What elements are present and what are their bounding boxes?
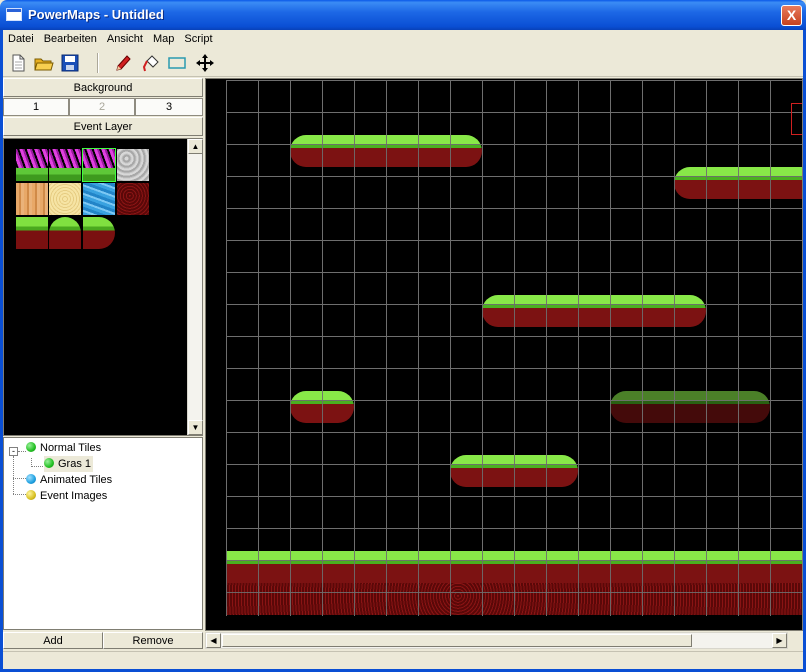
map-tile-platform[interactable] bbox=[322, 391, 354, 423]
map-tile-platform[interactable] bbox=[482, 295, 514, 327]
menu-script[interactable]: Script bbox=[179, 30, 217, 48]
background-layer-header[interactable]: Background bbox=[3, 78, 203, 97]
tile-palette[interactable]: ▲ ▼ bbox=[3, 138, 203, 436]
move-cross-icon bbox=[196, 54, 214, 72]
tile-tree-view[interactable]: - Normal Tiles Gras 1 Animated Tiles Eve… bbox=[3, 437, 203, 630]
status-bar bbox=[3, 651, 803, 669]
map-tile-platform-ghost[interactable] bbox=[610, 391, 642, 423]
green-dot-icon bbox=[44, 458, 54, 468]
layer-tab-1[interactable]: 1 bbox=[3, 98, 69, 116]
green-dot-icon bbox=[26, 442, 36, 452]
tree-item-animated-tiles[interactable]: Animated Tiles bbox=[26, 472, 112, 488]
scroll-down-arrow-icon[interactable]: ▼ bbox=[188, 420, 203, 435]
save-disk-icon bbox=[61, 54, 79, 72]
new-file-icon bbox=[12, 54, 25, 72]
map-tile-platform-ghost[interactable] bbox=[642, 391, 738, 423]
map-grid[interactable] bbox=[226, 80, 802, 616]
open-button[interactable] bbox=[32, 52, 56, 74]
map-tile-ground-top[interactable] bbox=[226, 551, 802, 583]
title-bar: PowerMaps - Untidled X bbox=[0, 0, 806, 30]
tile-platform-middle[interactable] bbox=[16, 217, 48, 249]
tree-item-label: Animated Tiles bbox=[40, 474, 113, 486]
tile-grass-pink-selected[interactable] bbox=[82, 148, 116, 182]
tree-collapse-icon[interactable]: - bbox=[9, 447, 18, 456]
fill-button[interactable] bbox=[139, 52, 163, 74]
tree-item-label: Normal Tiles bbox=[40, 442, 102, 454]
tile-dirt[interactable] bbox=[117, 183, 149, 215]
map-tile-platform[interactable] bbox=[674, 295, 706, 327]
move-button[interactable] bbox=[193, 52, 217, 74]
scrollbar-thumb[interactable] bbox=[222, 634, 692, 647]
tree-item-label: Event Images bbox=[40, 490, 108, 502]
tile-sand[interactable] bbox=[49, 183, 81, 215]
tile-platform-round[interactable] bbox=[49, 217, 81, 249]
map-tile-platform-ghost[interactable] bbox=[738, 391, 770, 423]
rectangle-button[interactable] bbox=[165, 52, 189, 74]
pencil-icon bbox=[116, 55, 131, 71]
map-tile-ground-dirt[interactable] bbox=[226, 583, 802, 615]
window-title: PowerMaps - Untidled bbox=[28, 7, 164, 22]
scroll-right-arrow-icon[interactable]: ▶ bbox=[772, 633, 787, 648]
map-horizontal-scrollbar[interactable]: ◀ ▶ bbox=[205, 632, 788, 649]
scroll-left-arrow-icon[interactable]: ◀ bbox=[206, 633, 221, 648]
blue-dot-icon bbox=[26, 474, 36, 484]
map-tile-platform[interactable] bbox=[546, 455, 578, 487]
map-tile-platform[interactable] bbox=[290, 135, 322, 167]
map-tile-platform[interactable] bbox=[290, 391, 322, 423]
tree-item-event-images[interactable]: Event Images bbox=[26, 488, 107, 504]
layer-tab-2: 2 bbox=[69, 98, 135, 116]
map-tile-platform[interactable] bbox=[322, 135, 450, 167]
event-layer-header[interactable]: Event Layer bbox=[3, 117, 203, 136]
app-window-icon bbox=[6, 8, 22, 21]
map-tile-platform[interactable] bbox=[674, 167, 706, 199]
tile-grass-pink[interactable] bbox=[49, 149, 81, 181]
save-button[interactable] bbox=[58, 52, 82, 74]
rectangle-icon bbox=[168, 57, 186, 69]
map-tile-platform[interactable] bbox=[706, 167, 802, 199]
map-tile-platform[interactable] bbox=[514, 295, 674, 327]
tree-connector bbox=[13, 478, 26, 479]
add-button[interactable]: Add bbox=[3, 632, 103, 649]
tree-connector bbox=[18, 451, 26, 452]
menu-bearbeiten[interactable]: Bearbeiten bbox=[39, 30, 102, 48]
new-file-button[interactable] bbox=[6, 52, 30, 74]
tree-item-gras-1[interactable]: Gras 1 bbox=[44, 456, 94, 472]
map-tile-platform[interactable] bbox=[450, 135, 482, 167]
toolbar bbox=[3, 49, 803, 77]
menu-datei[interactable]: Datei bbox=[3, 30, 39, 48]
cursor-selection-marker bbox=[791, 103, 802, 135]
menu-ansicht[interactable]: Ansicht bbox=[102, 30, 148, 48]
map-tile-platform[interactable] bbox=[450, 455, 482, 487]
tile-wood[interactable] bbox=[16, 183, 48, 215]
tree-connector bbox=[13, 456, 14, 494]
yellow-dot-icon bbox=[26, 490, 36, 500]
tile-stone[interactable] bbox=[117, 149, 149, 181]
tile-panel: Background 1 2 3 Event Layer ▲ ▼ - Norma… bbox=[3, 78, 203, 631]
map-viewport[interactable] bbox=[205, 78, 803, 631]
tile-grass-pink[interactable] bbox=[16, 149, 48, 181]
tree-connector bbox=[31, 466, 43, 467]
tree-item-normal-tiles[interactable]: Normal Tiles bbox=[26, 440, 101, 456]
layer-tab-3[interactable]: 3 bbox=[135, 98, 203, 116]
toolbar-separator bbox=[97, 53, 99, 73]
scroll-up-arrow-icon[interactable]: ▲ bbox=[188, 139, 203, 154]
tree-item-label: Gras 1 bbox=[58, 458, 92, 470]
tree-connector bbox=[13, 494, 26, 495]
remove-button[interactable]: Remove bbox=[103, 632, 203, 649]
menu-map[interactable]: Map bbox=[148, 30, 179, 48]
map-tile-platform[interactable] bbox=[482, 455, 546, 487]
pencil-button[interactable] bbox=[111, 52, 135, 74]
tile-water[interactable] bbox=[83, 183, 115, 215]
tile-platform-right-cap[interactable] bbox=[83, 217, 115, 249]
layer-tabs: 1 2 3 bbox=[3, 98, 203, 116]
open-folder-icon bbox=[34, 58, 54, 71]
menu-bar: Datei Bearbeiten Ansicht Map Script bbox=[3, 30, 803, 48]
palette-scrollbar[interactable]: ▲ ▼ bbox=[187, 139, 203, 435]
fill-bucket-icon bbox=[142, 55, 159, 72]
close-button[interactable]: X bbox=[781, 5, 802, 26]
